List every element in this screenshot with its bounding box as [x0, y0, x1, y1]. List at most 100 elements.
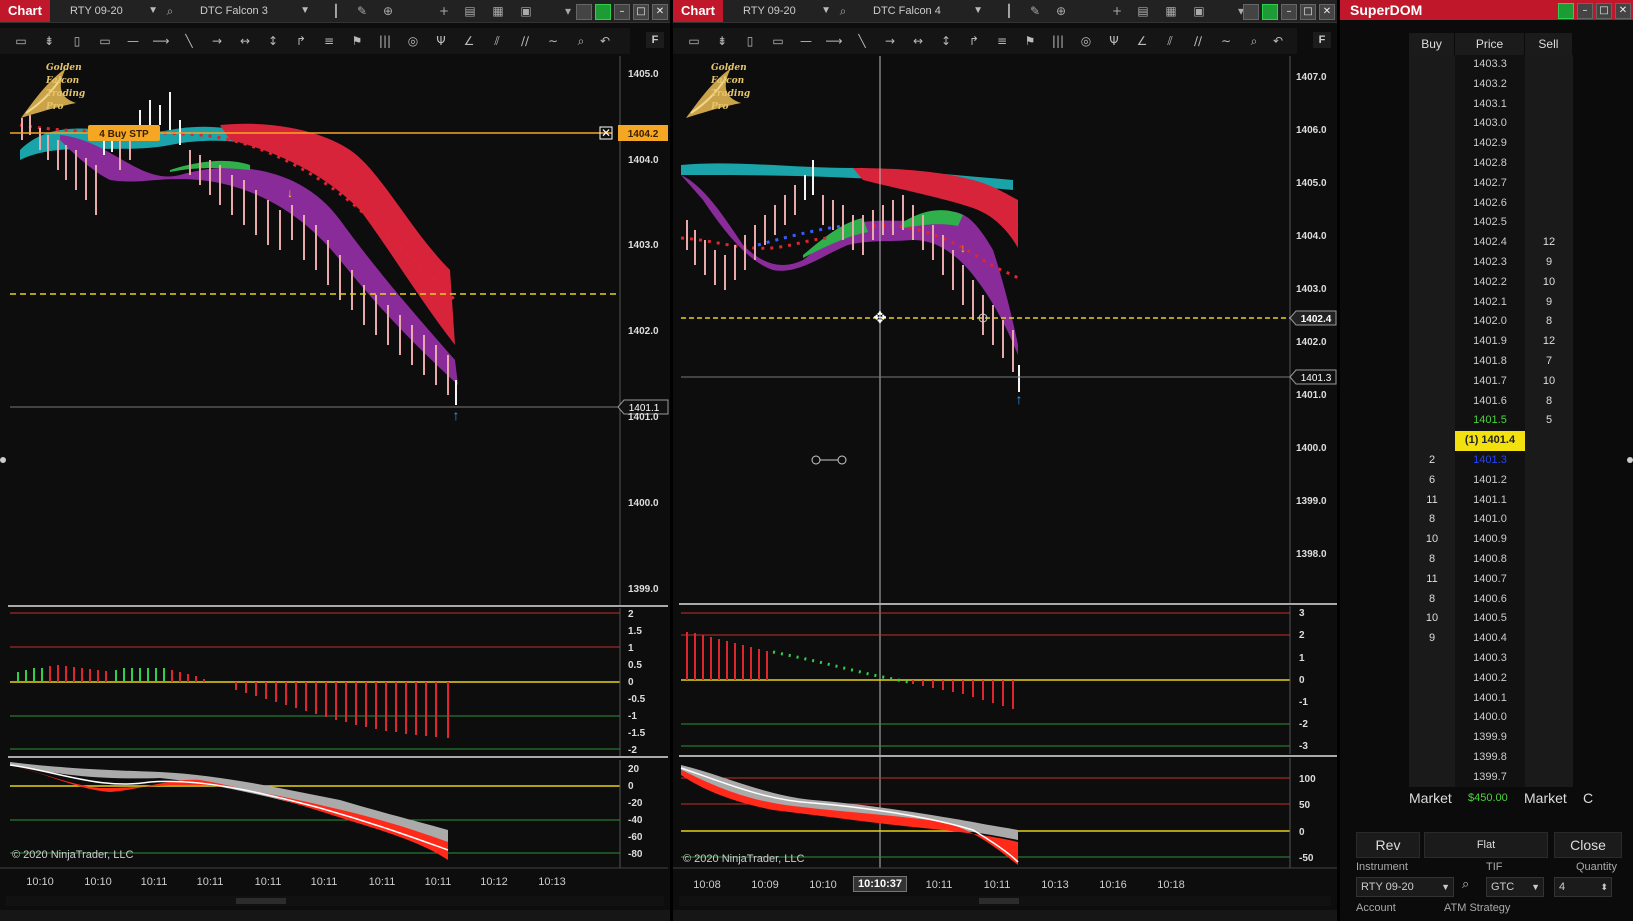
dom-buy-cell[interactable] — [1409, 767, 1455, 788]
dom-buy-cell[interactable] — [1409, 688, 1455, 709]
dom-price-cell[interactable]: 1401.6 — [1455, 391, 1525, 412]
dom-sell-cell[interactable]: 12 — [1525, 332, 1573, 352]
scrollbar-thumb[interactable] — [236, 898, 286, 904]
horizontal-scrollbar[interactable] — [679, 896, 1331, 906]
dom-price-cell[interactable]: 1399.7 — [1455, 767, 1525, 788]
dom-sell-cell[interactable] — [1525, 728, 1573, 748]
dom-price-cell[interactable]: 1400.7 — [1455, 569, 1525, 590]
scrollbar-thumb[interactable] — [979, 898, 1019, 904]
dom-buy-cell[interactable] — [1409, 233, 1455, 253]
flat-button[interactable]: Flat — [1424, 832, 1548, 858]
minimize-button[interactable]: – — [1577, 3, 1593, 19]
dom-price-cell[interactable]: 1402.4 — [1455, 233, 1525, 253]
dom-sell-cell[interactable] — [1525, 668, 1573, 689]
dom-buy-cell[interactable]: 2 — [1409, 450, 1455, 471]
dom-price-cell[interactable]: 1399.8 — [1455, 747, 1525, 768]
close-button[interactable]: ✕ — [1615, 3, 1631, 19]
dom-price-cell[interactable]: 1403.2 — [1455, 74, 1525, 95]
dom-sell-cell[interactable]: 10 — [1525, 272, 1573, 293]
dom-price-cell[interactable]: 1401.8 — [1455, 351, 1525, 372]
dom-sell-cell[interactable]: 8 — [1525, 391, 1573, 412]
dom-price-cell[interactable]: 1402.5 — [1455, 213, 1525, 234]
tif-select[interactable]: GTC ▼ — [1486, 877, 1544, 897]
dom-sell-cell[interactable] — [1525, 431, 1573, 451]
dom-sell-cell[interactable] — [1525, 767, 1573, 788]
dom-price-cell[interactable]: 1400.1 — [1455, 688, 1525, 709]
dom-price-cell[interactable]: 1403.3 — [1455, 55, 1525, 75]
rev-button[interactable]: Rev — [1356, 832, 1420, 858]
dom-buy-cell[interactable] — [1409, 391, 1455, 412]
dom-buy-cell[interactable] — [1409, 668, 1455, 689]
dom-buy-cell[interactable] — [1409, 213, 1455, 234]
dom-price-cell[interactable]: 1400.0 — [1455, 708, 1525, 729]
dom-price-cell[interactable]: 1400.5 — [1455, 609, 1525, 630]
dom-buy-cell[interactable] — [1409, 312, 1455, 333]
dom-buy-cell[interactable] — [1409, 94, 1455, 115]
dom-sell-cell[interactable] — [1525, 609, 1573, 630]
dom-buy-cell[interactable] — [1409, 747, 1455, 768]
dom-sell-cell[interactable] — [1525, 450, 1573, 471]
dom-price-cell[interactable]: 1402.7 — [1455, 173, 1525, 194]
dom-sell-cell[interactable] — [1525, 213, 1573, 234]
dom-buy-cell[interactable] — [1409, 648, 1455, 669]
dom-buy-cell[interactable] — [1409, 193, 1455, 214]
dom-sell-cell[interactable] — [1525, 74, 1573, 95]
dom-buy-cell[interactable] — [1409, 134, 1455, 154]
dom-buy-cell[interactable] — [1409, 114, 1455, 135]
dom-price-cell[interactable]: 1400.9 — [1455, 530, 1525, 550]
dom-price-cell[interactable]: 1401.0 — [1455, 510, 1525, 531]
dom-sell-cell[interactable] — [1525, 688, 1573, 709]
dom-buy-cell[interactable] — [1409, 55, 1455, 75]
dom-buy-cell[interactable] — [1409, 351, 1455, 372]
dom-sell-cell[interactable] — [1525, 153, 1573, 174]
dom-price-cell[interactable]: 1402.0 — [1455, 312, 1525, 333]
dom-price-cell[interactable]: 1401.2 — [1455, 470, 1525, 491]
dom-price-cell[interactable]: 1402.6 — [1455, 193, 1525, 214]
dom-buy-cell[interactable] — [1409, 173, 1455, 194]
dom-sell-cell[interactable] — [1525, 747, 1573, 768]
dom-price-cell[interactable]: 1402.1 — [1455, 292, 1525, 313]
dom-sell-cell[interactable]: 12 — [1525, 233, 1573, 253]
link-button[interactable] — [1558, 3, 1574, 19]
dom-buy-cell[interactable]: 11 — [1409, 569, 1455, 590]
dom-price-cell[interactable]: 1401.1 — [1455, 490, 1525, 511]
dom-sell-cell[interactable]: 9 — [1525, 292, 1573, 313]
dom-buy-cell[interactable] — [1409, 292, 1455, 313]
dom-price-cell[interactable]: 1400.2 — [1455, 668, 1525, 689]
dom-price-cell[interactable]: 1400.8 — [1455, 549, 1525, 570]
dom-sell-cell[interactable]: 8 — [1525, 312, 1573, 333]
maximize-button[interactable]: □ — [1596, 3, 1612, 19]
dom-buy-cell[interactable] — [1409, 411, 1455, 432]
dom-buy-cell[interactable] — [1409, 153, 1455, 174]
dom-sell-cell[interactable] — [1525, 530, 1573, 550]
dom-sell-cell[interactable] — [1525, 134, 1573, 154]
close-position-button[interactable]: Close — [1554, 832, 1622, 858]
search-icon[interactable]: ⌕ — [1462, 877, 1469, 892]
dom-buy-cell[interactable] — [1409, 728, 1455, 748]
quantity-stepper[interactable]: 4 ⬍ — [1554, 877, 1612, 897]
dom-sell-cell[interactable] — [1525, 94, 1573, 115]
dom-buy-cell[interactable]: 6 — [1409, 470, 1455, 491]
dom-buy-cell[interactable] — [1409, 431, 1455, 451]
dom-buy-cell[interactable] — [1409, 272, 1455, 293]
dom-price-cell[interactable]: 1400.6 — [1455, 589, 1525, 610]
resize-handle-icon[interactable] — [0, 457, 6, 463]
dom-price-cell[interactable]: 1403.1 — [1455, 94, 1525, 115]
dom-sell-cell[interactable] — [1525, 173, 1573, 194]
dom-buy-cell[interactable] — [1409, 708, 1455, 729]
dom-sell-cell[interactable] — [1525, 55, 1573, 75]
dom-sell-cell[interactable]: 7 — [1525, 351, 1573, 372]
dom-buy-cell[interactable] — [1409, 332, 1455, 352]
dom-buy-cell[interactable]: 8 — [1409, 510, 1455, 531]
market-buy-button[interactable]: Market — [1409, 790, 1452, 806]
dom-buy-cell[interactable] — [1409, 371, 1455, 392]
dom-sell-cell[interactable] — [1525, 648, 1573, 669]
dom-price-cell[interactable]: 1402.8 — [1455, 153, 1525, 174]
dom-buy-cell[interactable]: 11 — [1409, 490, 1455, 511]
dom-price-cell[interactable]: 1400.3 — [1455, 648, 1525, 669]
dom-buy-cell[interactable]: 9 — [1409, 629, 1455, 649]
dom-buy-cell[interactable] — [1409, 74, 1455, 95]
dom-sell-cell[interactable] — [1525, 569, 1573, 590]
dom-sell-cell[interactable] — [1525, 193, 1573, 214]
dom-sell-cell[interactable] — [1525, 510, 1573, 531]
